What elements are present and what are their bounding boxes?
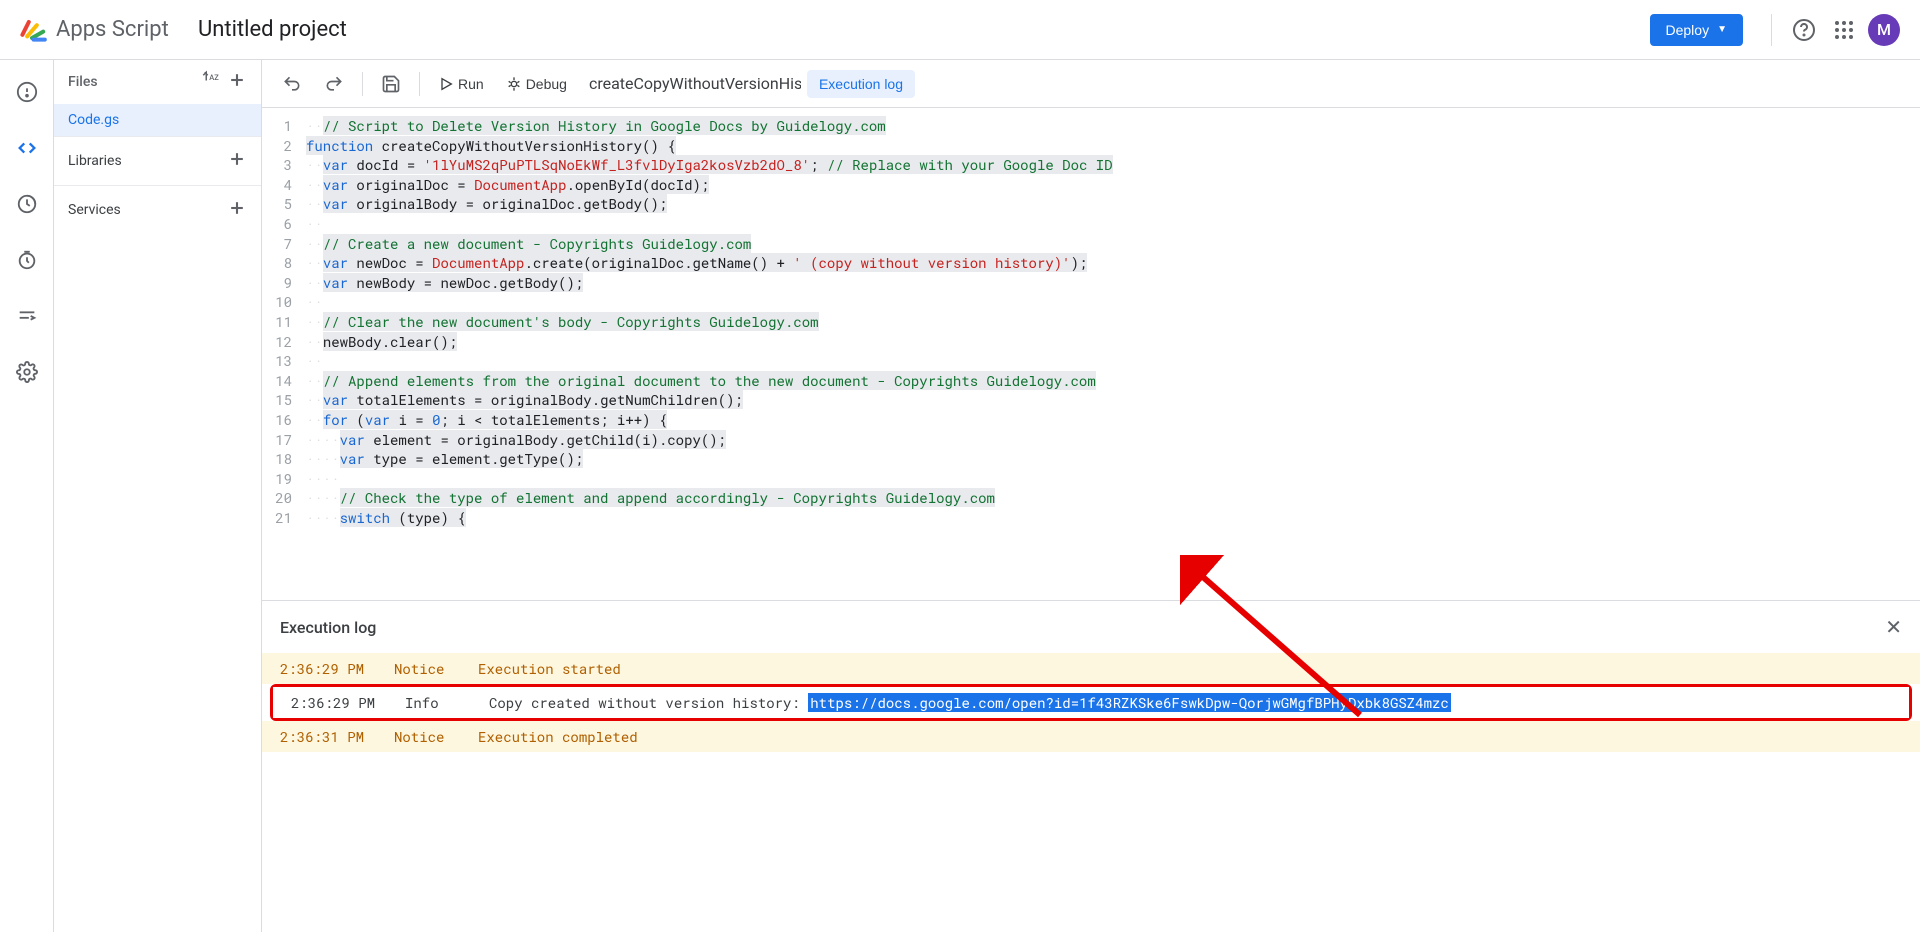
project-settings-icon[interactable] xyxy=(7,352,47,392)
code-line: 17····var element = originalBody.getChil… xyxy=(262,430,1920,450)
apps-script-logo-icon xyxy=(16,14,48,46)
sort-icon[interactable]: AZ xyxy=(201,70,219,94)
main-area: Files AZ Code.gs Libraries Services Run … xyxy=(0,60,1920,932)
code-line: 2function createCopyWithoutVersionHistor… xyxy=(262,136,1920,156)
code-line: 20····// Check the type of element and a… xyxy=(262,488,1920,508)
code-line: 4··var originalDoc = DocumentApp.openByI… xyxy=(262,175,1920,195)
code-line: 9··var newBody = newDoc.getBody(); xyxy=(262,273,1920,293)
services-label: Services xyxy=(68,202,121,218)
libraries-label: Libraries xyxy=(68,153,122,169)
undo-button[interactable] xyxy=(274,68,310,100)
files-panel: Files AZ Code.gs Libraries Services xyxy=(54,60,262,932)
function-selector[interactable]: createCopyWithoutVersionHist... xyxy=(581,68,801,99)
services-section: Services xyxy=(54,185,261,234)
svg-text:AZ: AZ xyxy=(209,73,219,82)
code-line: 1··// Script to Delete Version History i… xyxy=(262,116,1920,136)
help-icon[interactable] xyxy=(1784,10,1824,50)
code-line: 13·· xyxy=(262,351,1920,371)
deploy-button[interactable]: Deploy ▼ xyxy=(1650,14,1744,46)
add-library-icon[interactable] xyxy=(227,149,247,173)
sidebar-rail xyxy=(0,60,54,932)
code-line: 15··var totalElements = originalBody.get… xyxy=(262,390,1920,410)
redo-button[interactable] xyxy=(316,68,352,100)
code-line: 18····var type = element.getType(); xyxy=(262,449,1920,469)
code-line: 7··// Create a new document - Copyrights… xyxy=(262,234,1920,254)
account-avatar[interactable]: M xyxy=(1864,10,1904,50)
code-line: 10·· xyxy=(262,292,1920,312)
code-line: 3··var docId = '1lYuMS2qPuPTLSqNoEkWf_L3… xyxy=(262,155,1920,175)
logo-area: Apps Script xyxy=(16,14,186,46)
execution-log-panel: Execution log ✕ 2:36:29 PMNoticeExecutio… xyxy=(262,600,1920,932)
triggers-icon[interactable] xyxy=(7,184,47,224)
chevron-down-icon: ▼ xyxy=(1717,24,1727,35)
log-row: 2:36:29 PMNoticeExecution started xyxy=(262,653,1920,684)
executions-icon[interactable] xyxy=(7,240,47,280)
function-name: createCopyWithoutVersionHist... xyxy=(589,74,801,93)
log-row: 2:36:29 PMInfoCopy created without versi… xyxy=(273,687,1909,718)
save-button[interactable] xyxy=(373,68,409,100)
log-rows: 2:36:29 PMNoticeExecution started2:36:29… xyxy=(262,653,1920,752)
app-name: Apps Script xyxy=(56,17,169,42)
code-editor[interactable]: 1··// Script to Delete Version History i… xyxy=(262,108,1920,600)
exec-log-title: Execution log xyxy=(280,618,376,637)
code-line: 14··// Append elements from the original… xyxy=(262,371,1920,391)
exec-log-header: Execution log ✕ xyxy=(262,601,1920,653)
divider xyxy=(1771,14,1772,46)
libraries-section: Libraries xyxy=(54,136,261,185)
overview-icon[interactable] xyxy=(7,72,47,112)
code-line: 6·· xyxy=(262,214,1920,234)
run-button[interactable]: Run xyxy=(430,70,492,98)
log-row: 2:36:31 PMNoticeExecution completed xyxy=(262,721,1920,752)
debug-button[interactable]: Debug xyxy=(498,70,575,98)
add-service-icon[interactable] xyxy=(227,198,247,222)
editor-toolbar: Run Debug createCopyWithoutVersionHist..… xyxy=(262,60,1920,108)
debug-label: Debug xyxy=(526,76,567,92)
code-line: 12··newBody.clear(); xyxy=(262,332,1920,352)
avatar-letter: M xyxy=(1868,14,1900,46)
execution-log-button[interactable]: Execution log xyxy=(807,70,915,98)
code-line: 19···· xyxy=(262,469,1920,489)
editor-area: Run Debug createCopyWithoutVersionHist..… xyxy=(262,60,1920,932)
settings-rail-icon[interactable] xyxy=(7,296,47,336)
add-file-icon[interactable] xyxy=(227,70,247,94)
project-title[interactable]: Untitled project xyxy=(198,17,347,42)
file-item-code-gs[interactable]: Code.gs xyxy=(54,104,261,136)
run-label: Run xyxy=(458,76,484,92)
deploy-label: Deploy xyxy=(1666,22,1710,38)
code-line: 21····switch (type) { xyxy=(262,508,1920,528)
editor-icon[interactable] xyxy=(7,128,47,168)
code-line: 5··var originalBody = originalDoc.getBod… xyxy=(262,194,1920,214)
apps-grid-icon[interactable] xyxy=(1824,10,1864,50)
code-line: 11··// Clear the new document's body - C… xyxy=(262,312,1920,332)
files-label: Files xyxy=(68,74,98,90)
code-line: 8··var newDoc = DocumentApp.create(origi… xyxy=(262,253,1920,273)
close-icon[interactable]: ✕ xyxy=(1885,615,1902,639)
app-header: Apps Script Untitled project Deploy ▼ M xyxy=(0,0,1920,60)
files-header: Files AZ xyxy=(54,60,261,104)
code-line: 16··for (var i = 0; i < totalElements; i… xyxy=(262,410,1920,430)
